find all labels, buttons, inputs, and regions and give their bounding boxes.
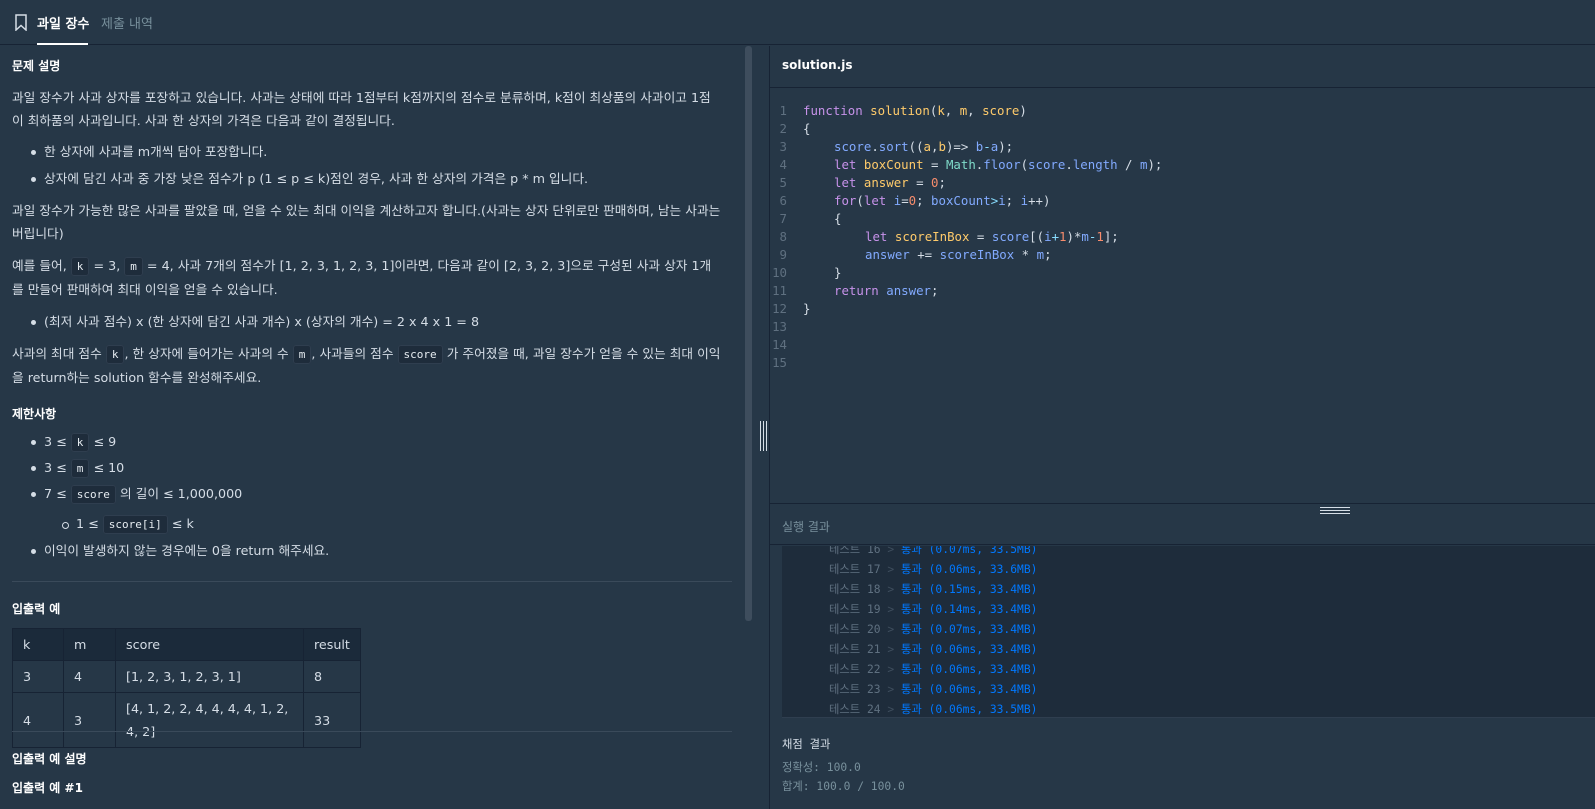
constraints-list: 3 ≤ k ≤ 9 3 ≤ m ≤ 10 7 ≤ score 의 길이 ≤ 1,… — [12, 430, 732, 565]
test-results-list[interactable]: 테스트 16 > 통과 (0.07ms, 33.5MB) 테스트 17 > 통과… — [782, 546, 1595, 718]
problem-scrollbar[interactable] — [745, 46, 752, 621]
bookmark-icon[interactable] — [15, 14, 27, 31]
tab-submissions[interactable]: 제출 내역 — [101, 13, 153, 32]
inline-code: score[i] — [102, 515, 168, 534]
list-item: 7 ≤ score 의 길이 ≤ 1,000,000 — [12, 482, 732, 512]
table-header-row: k m score result — [12, 628, 361, 661]
list-item: 테스트 22 > 통과 (0.06ms, 33.4MB) — [829, 663, 1038, 676]
inline-code: k — [105, 345, 125, 364]
list-item: 테스트 17 > 통과 (0.06ms, 33.6MB) — [829, 563, 1038, 576]
list-item: (최저 사과 점수) x (한 상자에 담긴 사과 개수) x (상자의 개수)… — [12, 310, 732, 333]
list-item: 테스트 24 > 통과 (0.06ms, 33.5MB) — [829, 703, 1038, 716]
top-tab-bar: 과일 장수 제출 내역 — [0, 0, 1595, 45]
inline-code: score — [397, 345, 443, 364]
formula-list: (최저 사과 점수) x (한 상자에 담긴 사과 개수) x (상자의 개수)… — [12, 310, 732, 333]
inline-code: m — [70, 459, 90, 478]
divider — [12, 581, 732, 582]
inline-code: m — [124, 257, 143, 276]
tab-problem[interactable]: 과일 장수 — [37, 13, 89, 32]
problem-task: 사과의 최대 점수 k, 한 상자에 들어가는 사과의 수 m, 사과들의 점수… — [12, 345, 721, 385]
io-table: k m score result 3 4 [1, 2, 3, 1, 2, 3, … — [12, 628, 361, 748]
section-title-io: 입출력 예 — [12, 602, 61, 616]
divider — [12, 731, 732, 732]
list-item: 테스트 19 > 통과 (0.14ms, 33.4MB) — [829, 603, 1038, 616]
list-item: 한 상자에 사과를 m개씩 담아 포장합니다. — [12, 140, 732, 167]
table-row: 4 3 [4, 1, 2, 2, 4, 4, 4, 4, 1, 2, 4, 2]… — [12, 692, 361, 748]
inline-code: m — [292, 345, 312, 364]
result-header: 실행 결과 — [770, 503, 1595, 545]
io-example-1-title: 입출력 예 #1 — [12, 781, 83, 795]
list-item: 3 ≤ k ≤ 9 — [12, 430, 732, 456]
total-score: 합계: 100.0 / 100.0 — [782, 780, 905, 793]
table-row: 3 4 [1, 2, 3, 1, 2, 3, 1] 8 — [12, 660, 361, 693]
file-name[interactable]: solution.js — [782, 58, 853, 72]
panel-resize-handle[interactable] — [759, 421, 767, 451]
list-item: 상자에 담긴 사과 중 가장 낮은 점수가 p (1 ≤ p ≤ k)점인 경우… — [12, 167, 732, 194]
problem-intro: 과일 장수가 사과 상자를 포장하고 있습니다. 사과는 상태에 따라 1점부터… — [12, 90, 711, 128]
editor-panel: solution.js 1 function solution(k, m, sco… — [770, 46, 1595, 809]
inline-code: k — [70, 257, 90, 276]
list-item: 테스트 18 > 통과 (0.15ms, 33.4MB) — [829, 583, 1038, 596]
inline-code: k — [70, 433, 90, 452]
inline-code: score — [70, 485, 116, 504]
file-tab-bar: solution.js — [770, 46, 1595, 88]
result-panel: 테스트 16 > 통과 (0.07ms, 33.5MB) 테스트 17 > 통과… — [770, 546, 1595, 809]
list-item: 테스트 16 > 통과 (0.07ms, 33.5MB) — [829, 546, 1038, 556]
list-item: 테스트 23 > 통과 (0.06ms, 33.4MB) — [829, 683, 1038, 696]
section-title-description: 문제 설명 — [12, 59, 61, 73]
list-item: 테스트 20 > 통과 (0.07ms, 33.4MB) — [829, 623, 1038, 636]
list-item: 테스트 21 > 통과 (0.06ms, 33.4MB) — [829, 643, 1038, 656]
problem-panel: 문제 설명 과일 장수가 사과 상자를 포장하고 있습니다. 사과는 상태에 따… — [0, 46, 748, 809]
rules-list: 한 상자에 사과를 m개씩 담아 포장합니다. 상자에 담긴 사과 중 가장 낮… — [12, 140, 732, 194]
list-item: 1 ≤ score[i] ≤ k — [12, 512, 732, 539]
active-tab-indicator — [37, 43, 88, 45]
result-label: 실행 결과 — [782, 520, 830, 534]
section-title-io-explain: 입출력 예 설명 — [12, 752, 87, 766]
list-item: 이익이 발생하지 않는 경우에는 0을 return 해주세요. — [12, 539, 732, 565]
code-editor[interactable]: 1 function solution(k, m, score) 2{ 3 scor… — [770, 89, 1595, 503]
list-item: 3 ≤ m ≤ 10 — [12, 456, 732, 482]
problem-goal: 과일 장수가 가능한 많은 사과를 팔았을 때, 얻을 수 있는 최대 이익을 … — [12, 203, 721, 241]
grade-title: 채점 결과 — [782, 738, 831, 751]
accuracy-score: 정확성: 100.0 — [782, 761, 861, 774]
result-resize-handle[interactable] — [1320, 506, 1350, 514]
section-title-constraints: 제한사항 — [12, 407, 57, 421]
problem-example: 예를 들어, k = 3, m = 4, 사과 7개의 점수가 [1, 2, 3… — [12, 257, 712, 297]
